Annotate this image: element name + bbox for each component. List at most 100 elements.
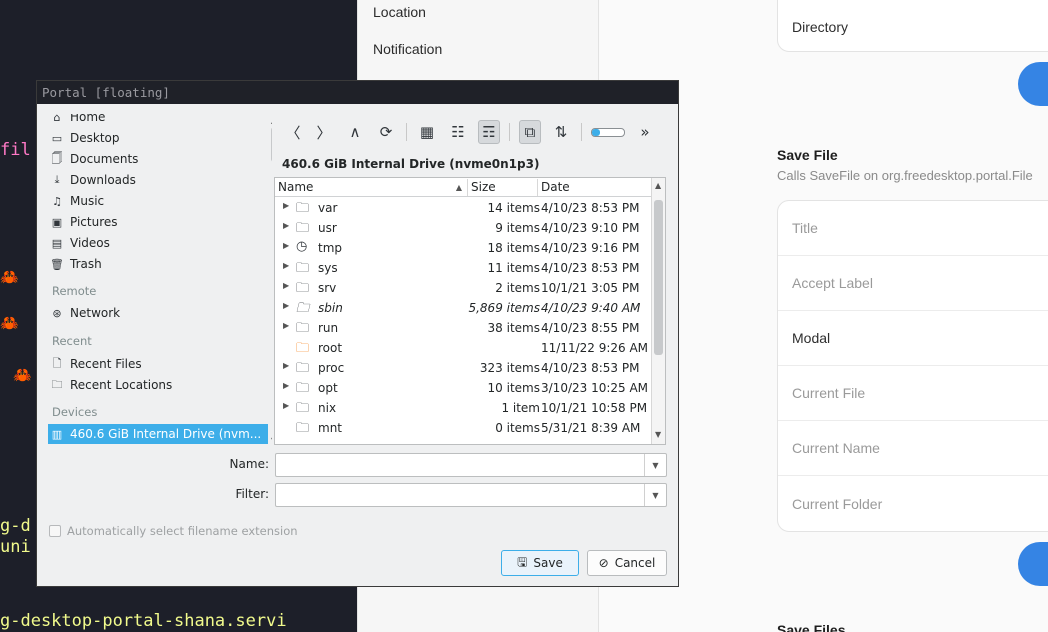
save-file-button[interactable] <box>1018 542 1048 586</box>
expand-arrow-icon[interactable]: ▶ <box>283 401 289 410</box>
recent-files-icon: 🗋 <box>52 356 62 370</box>
icons-view-button[interactable]: ▦ <box>416 120 438 144</box>
place-videos[interactable]: ▤ Videos <box>50 233 110 253</box>
scroll-down-icon[interactable]: ▼ <box>271 436 272 445</box>
expand-arrow-icon[interactable]: ▶ <box>283 201 289 210</box>
documents-icon: 🗍 <box>51 151 63 165</box>
file-list[interactable]: Name ▲ Size Date ▶ 🗀 var 14 items 4/10/23 8:5… <box>274 177 666 445</box>
name-dropdown-button[interactable]: ▼ <box>644 454 666 476</box>
place-music[interactable]: ♫ Music <box>50 191 104 211</box>
file-row[interactable]: ▶ 🗀 run 38 items 4/10/23 8:55 PM <box>275 318 652 338</box>
scroll-up-icon[interactable]: ▲ <box>655 181 661 190</box>
place-internal-drive[interactable]: ▥ 460.6 GiB Internal Drive (nvm... <box>48 424 268 444</box>
auto-extension-option[interactable]: Automatically select filename extension <box>49 524 298 538</box>
place-trash[interactable]: 🗑 Trash <box>50 254 102 274</box>
file-size: 1 item <box>501 401 540 415</box>
place-desktop[interactable]: ▭ Desktop <box>50 128 120 148</box>
sort-button[interactable]: ⇅ <box>550 120 572 144</box>
current-file-field[interactable]: Current File <box>778 366 1048 421</box>
cancel-button[interactable]: ⊘ Cancel <box>587 550 667 576</box>
file-row[interactable]: ▶ 🗀 srv 2 items 10/1/21 3:05 PM <box>275 278 652 298</box>
name-combobox[interactable]: ▼ <box>275 453 667 477</box>
nav-item-location[interactable]: Location <box>373 4 426 20</box>
file-date: 4/10/23 9:16 PM <box>541 241 640 255</box>
column-date[interactable]: Date <box>538 179 652 196</box>
place-recent-files[interactable]: 🗋 Recent Files <box>50 354 142 374</box>
up-button[interactable]: ∧ <box>344 120 366 144</box>
expand-arrow-icon[interactable]: ▶ <box>283 361 289 370</box>
directory-row[interactable]: Directory <box>778 0 1048 53</box>
column-name[interactable]: Name ▲ <box>275 179 468 196</box>
expand-arrow-icon[interactable]: ▶ <box>283 221 289 230</box>
zoom-slider[interactable] <box>591 120 625 144</box>
filter-combobox[interactable]: ▼ <box>275 483 667 507</box>
file-row[interactable]: ▶ 🗀 opt 10 items 3/10/23 10:25 AM <box>275 378 652 398</box>
details-view-icon: ☶ <box>482 123 496 141</box>
place-pictures[interactable]: ▣ Pictures <box>50 212 118 232</box>
scroll-down-icon[interactable]: ▼ <box>655 430 661 439</box>
place-label: Trash <box>70 257 102 271</box>
file-row[interactable]: ▶ 🗀 sbin 5,869 items 4/10/23 9:40 AM <box>275 298 652 318</box>
accept-label-field[interactable]: Accept Label <box>778 256 1048 311</box>
preview-button[interactable]: ⧉ <box>519 120 541 144</box>
expand-arrow-icon[interactable]: ▶ <box>283 281 289 290</box>
file-date: 3/10/23 10:25 AM <box>541 381 649 395</box>
dialog-titlebar[interactable]: Portal [floating] <box>37 81 678 104</box>
place-network[interactable]: ⊛ Network <box>50 303 120 323</box>
file-name: srv <box>318 281 337 295</box>
expand-arrow-icon[interactable]: ▶ <box>283 381 289 390</box>
nav-item-notification[interactable]: Notification <box>373 41 442 57</box>
file-size: 11 items <box>487 261 540 275</box>
sort-icon: ⇅ <box>554 123 568 141</box>
file-dialog: Portal [floating] ⌂ Home ▭ Desktop 🗍 Docume… <box>36 80 679 587</box>
current-name-field[interactable]: Current Name <box>778 421 1048 476</box>
forward-button[interactable]: 〉 <box>313 120 335 144</box>
file-size: 5,869 items <box>468 301 540 315</box>
places-scrollbar[interactable]: ▲ ▼ <box>269 114 272 451</box>
file-row[interactable]: ▶ 🗀 nix 1 item 10/1/21 10:58 PM <box>275 398 652 418</box>
file-row[interactable]: 🗀 root 11/11/22 9:26 AM <box>275 338 652 358</box>
chevron-down-icon: ▼ <box>652 460 659 470</box>
auto-extension-checkbox[interactable] <box>49 525 61 537</box>
current-folder-field[interactable]: Current Folder <box>778 476 1048 531</box>
modal-row[interactable]: Modal <box>778 311 1048 366</box>
scroll-up-icon[interactable]: ▲ <box>271 116 272 125</box>
place-downloads[interactable]: ⤓ Downloads <box>50 170 136 190</box>
column-size[interactable]: Size <box>468 179 538 196</box>
compact-view-button[interactable]: ☷ <box>447 120 469 144</box>
reload-button[interactable]: ⟳ <box>375 120 397 144</box>
file-row[interactable]: 🗀 mnt 0 items 5/31/21 8:39 AM <box>275 418 652 438</box>
back-icon: 〈 <box>285 123 301 142</box>
expand-arrow-icon[interactable]: ▶ <box>283 301 289 310</box>
open-directory-button[interactable] <box>1018 62 1048 106</box>
file-row[interactable]: ▶ ◷ tmp 18 items 4/10/23 9:16 PM <box>275 238 652 258</box>
place-recent-locations[interactable]: 🗀 Recent Locations <box>50 375 173 395</box>
save-file-title: Save File <box>777 147 838 163</box>
crab-icon: 🦀 <box>0 314 19 332</box>
file-list-scroll-thumb[interactable] <box>654 200 663 355</box>
save-button[interactable]: 🖫 Save <box>501 550 579 576</box>
more-icon: » <box>640 123 650 141</box>
title-field[interactable]: Title <box>778 201 1048 256</box>
file-row[interactable]: ▶ 🗀 proc 323 items 4/10/23 8:53 PM <box>275 358 652 378</box>
save-icon: 🖫 <box>517 554 528 569</box>
place-documents[interactable]: 🗍 Documents <box>50 149 139 169</box>
more-button[interactable]: » <box>634 120 656 144</box>
file-date: 10/1/21 3:05 PM <box>541 281 640 295</box>
expand-arrow-icon[interactable]: ▶ <box>283 241 289 250</box>
filter-dropdown-button[interactable]: ▼ <box>644 484 666 506</box>
expand-arrow-icon[interactable]: ▶ <box>283 321 289 330</box>
zoom-track[interactable] <box>591 127 625 137</box>
details-view-button[interactable]: ☶ <box>478 120 500 144</box>
file-list-scrollbar[interactable]: ▲ ▼ <box>651 178 665 444</box>
back-button[interactable]: 〈 <box>282 120 304 144</box>
place-home[interactable]: ⌂ Home <box>50 114 106 127</box>
expand-arrow-icon[interactable]: ▶ <box>283 261 289 270</box>
save-file-card: Title Accept Label Modal Current File Cu… <box>777 200 1048 532</box>
places-scroll-thumb[interactable] <box>271 127 272 162</box>
file-size: 10 items <box>487 381 540 395</box>
file-row[interactable]: ▶ 🗀 var 14 items 4/10/23 8:53 PM <box>275 198 652 218</box>
file-row[interactable]: ▶ 🗀 sys 11 items 4/10/23 8:53 PM <box>275 258 652 278</box>
file-row[interactable]: ▶ 🗀 usr 9 items 4/10/23 9:10 PM <box>275 218 652 238</box>
trash-icon: 🗑 <box>50 257 64 271</box>
